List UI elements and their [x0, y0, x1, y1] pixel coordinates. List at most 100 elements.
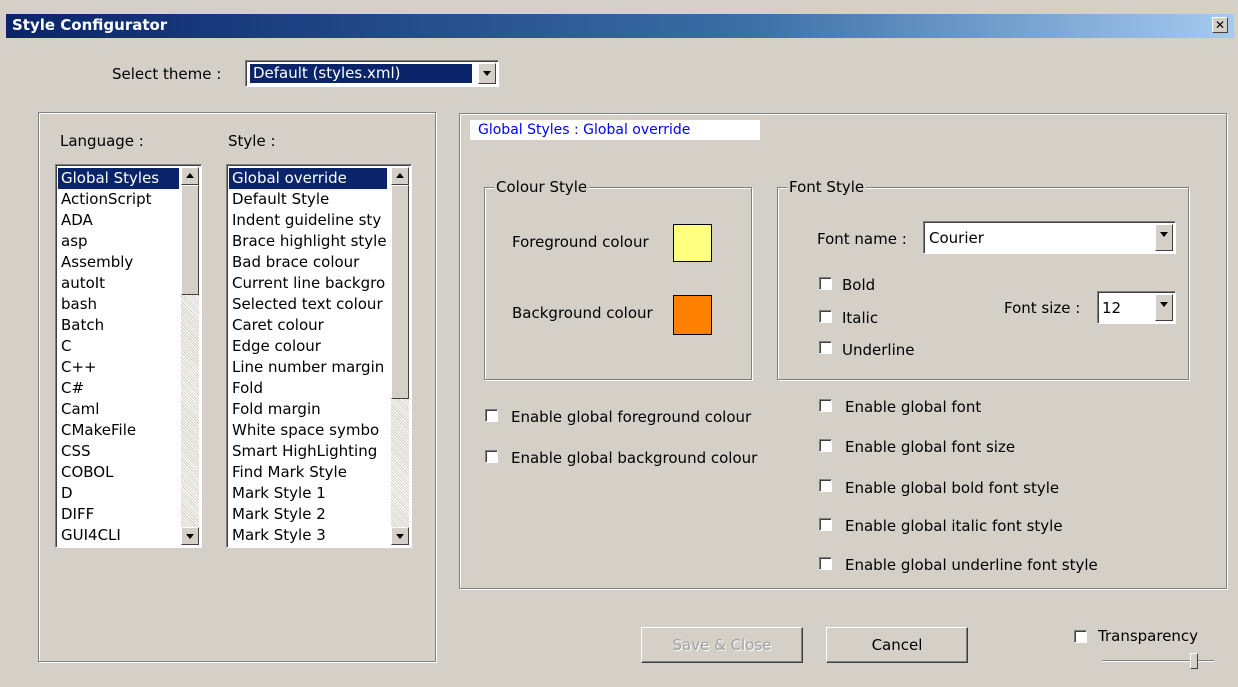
- style-list-item[interactable]: Line number margin: [229, 357, 387, 378]
- cancel-button[interactable]: Cancel: [826, 627, 968, 663]
- language-list-item[interactable]: ADA: [58, 210, 179, 231]
- close-icon: ✕: [1214, 18, 1226, 32]
- background-colour-label: Background colour: [512, 304, 653, 322]
- scroll-down-icon[interactable]: [391, 527, 409, 545]
- scroll-thumb[interactable]: [391, 185, 409, 399]
- enable-global-font-checkbox[interactable]: [819, 399, 832, 412]
- enable-global-bold-checkbox[interactable]: [819, 479, 832, 492]
- slider-thumb[interactable]: [1190, 653, 1198, 669]
- language-list-item[interactable]: COBOL: [58, 462, 179, 483]
- font-size-select[interactable]: 12: [1097, 291, 1176, 324]
- enable-global-bold-label: Enable global bold font style: [845, 479, 1060, 497]
- underline-checkbox[interactable]: [819, 341, 832, 354]
- style-list-item[interactable]: Bad brace colour: [229, 252, 387, 273]
- font-name-select[interactable]: Courier: [923, 221, 1176, 254]
- enable-global-underline-checkbox[interactable]: [819, 557, 832, 570]
- style-list-items: Global override Default Style Indent guide…: [229, 168, 387, 546]
- title-bar[interactable]: Style Configurator ✕: [6, 14, 1234, 38]
- scroll-thumb[interactable]: [181, 185, 199, 295]
- font-size-value: 12: [1102, 299, 1122, 317]
- foreground-colour-label: Foreground colour: [512, 233, 649, 251]
- enable-global-italic-label: Enable global italic font style: [845, 517, 1063, 535]
- language-scrollbar[interactable]: [181, 167, 199, 545]
- enable-global-font-size-label: Enable global font size: [845, 438, 1016, 456]
- enable-global-underline-label: Enable global underline font style: [845, 556, 1098, 574]
- language-list-item[interactable]: Global Styles: [58, 168, 179, 189]
- enable-global-font-size-checkbox[interactable]: [819, 439, 832, 452]
- theme-select-value: Default (styles.xml): [250, 64, 472, 83]
- window-title: Style Configurator: [12, 16, 168, 34]
- font-name-label: Font name :: [817, 230, 907, 248]
- style-list[interactable]: Global override Default Style Indent guide…: [226, 164, 412, 548]
- close-button[interactable]: ✕: [1212, 17, 1228, 33]
- language-list-item[interactable]: C: [58, 336, 179, 357]
- transparency-slider[interactable]: [1102, 650, 1214, 674]
- language-list-item[interactable]: asp: [58, 231, 179, 252]
- background-colour-swatch[interactable]: [673, 295, 712, 335]
- transparency-checkbox[interactable]: [1074, 630, 1087, 643]
- language-list-item[interactable]: Assembly: [58, 252, 179, 273]
- enable-global-italic-checkbox[interactable]: [819, 518, 832, 531]
- language-list-item[interactable]: GUI4CLI: [58, 525, 179, 546]
- enable-global-bg-checkbox[interactable]: [485, 450, 498, 463]
- foreground-colour-swatch[interactable]: [673, 224, 712, 262]
- language-list-item[interactable]: CMakeFile: [58, 420, 179, 441]
- font-name-value: Courier: [929, 229, 984, 247]
- bold-checkbox[interactable]: [819, 277, 832, 290]
- style-header: Global Styles : Global override: [470, 120, 760, 140]
- language-list-item[interactable]: DIFF: [58, 504, 179, 525]
- style-list-item[interactable]: Smart HighLighting: [229, 441, 387, 462]
- language-list-item[interactable]: C++: [58, 357, 179, 378]
- language-label: Language :: [60, 132, 144, 150]
- style-list-item[interactable]: Global override: [229, 168, 387, 189]
- style-list-item[interactable]: Mark Style 2: [229, 504, 387, 525]
- style-list-item[interactable]: Fold margin: [229, 399, 387, 420]
- theme-select[interactable]: Default (styles.xml): [245, 60, 499, 87]
- enable-global-bg-label: Enable global background colour: [511, 449, 758, 467]
- italic-label: Italic: [842, 309, 879, 327]
- style-list-item[interactable]: Default Style: [229, 189, 387, 210]
- style-list-item[interactable]: Edge colour: [229, 336, 387, 357]
- underline-label: Underline: [842, 341, 915, 359]
- style-list-item[interactable]: Caret colour: [229, 315, 387, 336]
- style-label: Style :: [228, 132, 276, 150]
- colour-style-group: [484, 187, 752, 380]
- chevron-down-icon[interactable]: [478, 63, 496, 84]
- italic-checkbox[interactable]: [819, 310, 832, 323]
- enable-global-fg-checkbox[interactable]: [485, 409, 498, 422]
- colour-style-title: Colour Style: [494, 178, 590, 196]
- language-list-item[interactable]: autoIt: [58, 273, 179, 294]
- style-list-item[interactable]: Mark Style 1: [229, 483, 387, 504]
- language-list-items: Global Styles ActionScript ADA asp Assembly a…: [58, 168, 179, 546]
- enable-global-font-label: Enable global font: [845, 398, 982, 416]
- language-list[interactable]: Global Styles ActionScript ADA asp Assembly a…: [55, 164, 202, 548]
- language-list-item[interactable]: D: [58, 483, 179, 504]
- scroll-up-icon[interactable]: [391, 167, 409, 185]
- chevron-down-icon[interactable]: [1155, 294, 1173, 321]
- font-size-label: Font size :: [1004, 299, 1081, 317]
- style-list-item[interactable]: Indent guideline sty: [229, 210, 387, 231]
- style-list-item[interactable]: Fold: [229, 378, 387, 399]
- style-list-item[interactable]: Find Mark Style: [229, 462, 387, 483]
- style-scrollbar[interactable]: [391, 167, 409, 545]
- transparency-label: Transparency: [1098, 627, 1199, 645]
- style-list-item[interactable]: Mark Style 3: [229, 525, 387, 546]
- language-list-item[interactable]: Batch: [58, 315, 179, 336]
- chevron-down-icon[interactable]: [1155, 224, 1173, 251]
- language-list-item[interactable]: C#: [58, 378, 179, 399]
- style-list-item[interactable]: White space symbo: [229, 420, 387, 441]
- language-list-item[interactable]: Caml: [58, 399, 179, 420]
- bold-label: Bold: [842, 276, 876, 294]
- language-list-item[interactable]: bash: [58, 294, 179, 315]
- scroll-up-icon[interactable]: [181, 167, 199, 185]
- style-list-item[interactable]: Current line backgro: [229, 273, 387, 294]
- style-list-item[interactable]: Selected text colour: [229, 294, 387, 315]
- language-list-item[interactable]: ActionScript: [58, 189, 179, 210]
- enable-global-fg-label: Enable global foreground colour: [511, 408, 752, 426]
- scroll-down-icon[interactable]: [181, 527, 199, 545]
- save-close-button[interactable]: Save & Close: [641, 627, 803, 663]
- language-list-item[interactable]: CSS: [58, 441, 179, 462]
- font-style-group: [777, 187, 1189, 380]
- style-list-item[interactable]: Brace highlight style: [229, 231, 387, 252]
- select-theme-label: Select theme :: [112, 65, 222, 83]
